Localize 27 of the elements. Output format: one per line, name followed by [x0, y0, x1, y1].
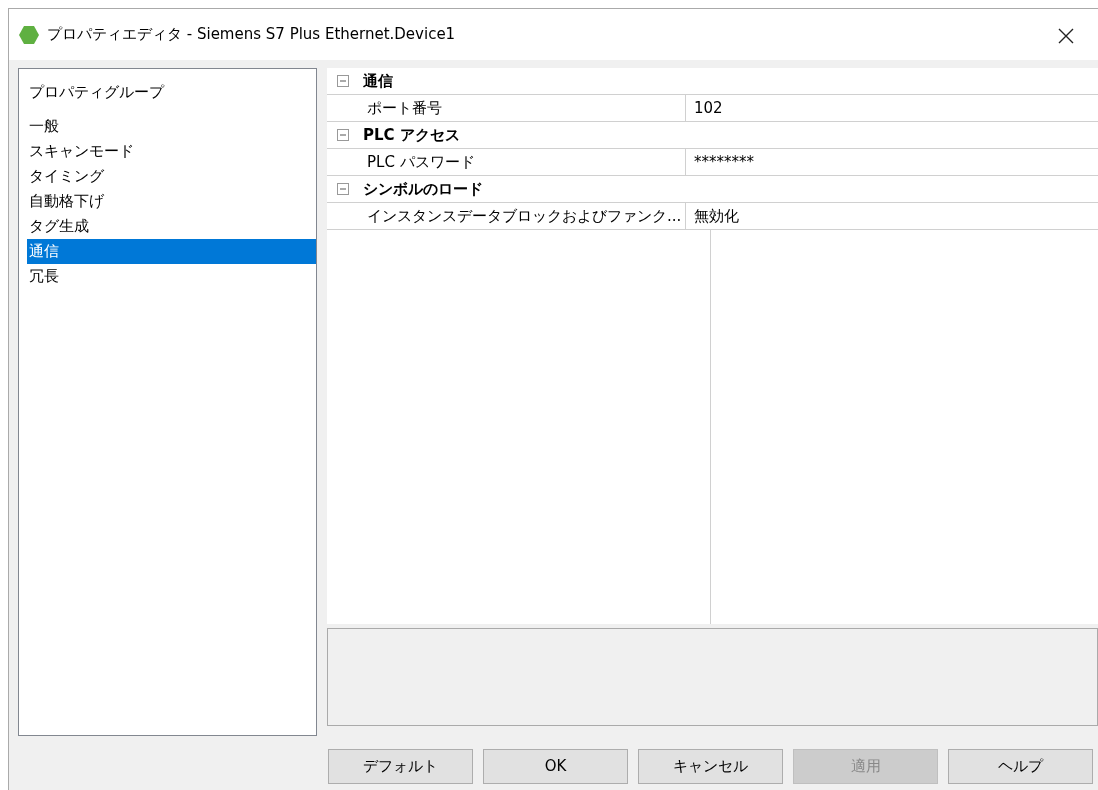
- list-item[interactable]: 自動格下げ: [27, 188, 316, 214]
- list-item[interactable]: 一般: [27, 113, 316, 139]
- property-value[interactable]: 102: [686, 95, 723, 121]
- dialog-button[interactable]: デフォルト: [328, 749, 473, 784]
- list-item[interactable]: スキャンモード: [27, 138, 316, 164]
- window-title: プロパティエディタ - Siemens S7 Plus Ethernet.Device1: [47, 24, 457, 46]
- app-logo-icon: [19, 25, 39, 44]
- collapse-icon[interactable]: [337, 183, 349, 195]
- list-header: プロパティグループ: [28, 82, 166, 103]
- category-label: シンボルのロード: [363, 178, 483, 200]
- property-value[interactable]: ********: [686, 149, 754, 175]
- collapse-icon[interactable]: [337, 129, 349, 141]
- list-item[interactable]: 通信: [27, 238, 316, 264]
- list-item[interactable]: 冗長: [27, 263, 316, 289]
- category-label: PLC アクセス: [363, 124, 460, 146]
- dialog-button[interactable]: OK: [483, 749, 628, 784]
- property-name: インスタンスデータブロックおよびファンク...: [327, 203, 686, 229]
- category-label: 通信: [363, 70, 393, 92]
- property-name: ポート番号: [327, 95, 686, 121]
- dialog-button[interactable]: キャンセル: [638, 749, 783, 784]
- list-item[interactable]: タグ生成: [27, 213, 316, 239]
- property-value[interactable]: 無効化: [686, 203, 739, 229]
- collapse-icon[interactable]: [337, 75, 349, 87]
- dialog-button[interactable]: ヘルプ: [948, 749, 1093, 784]
- close-icon: [1058, 27, 1074, 44]
- property-name: PLC パスワード: [327, 149, 686, 175]
- list-item[interactable]: タイミング: [27, 163, 316, 189]
